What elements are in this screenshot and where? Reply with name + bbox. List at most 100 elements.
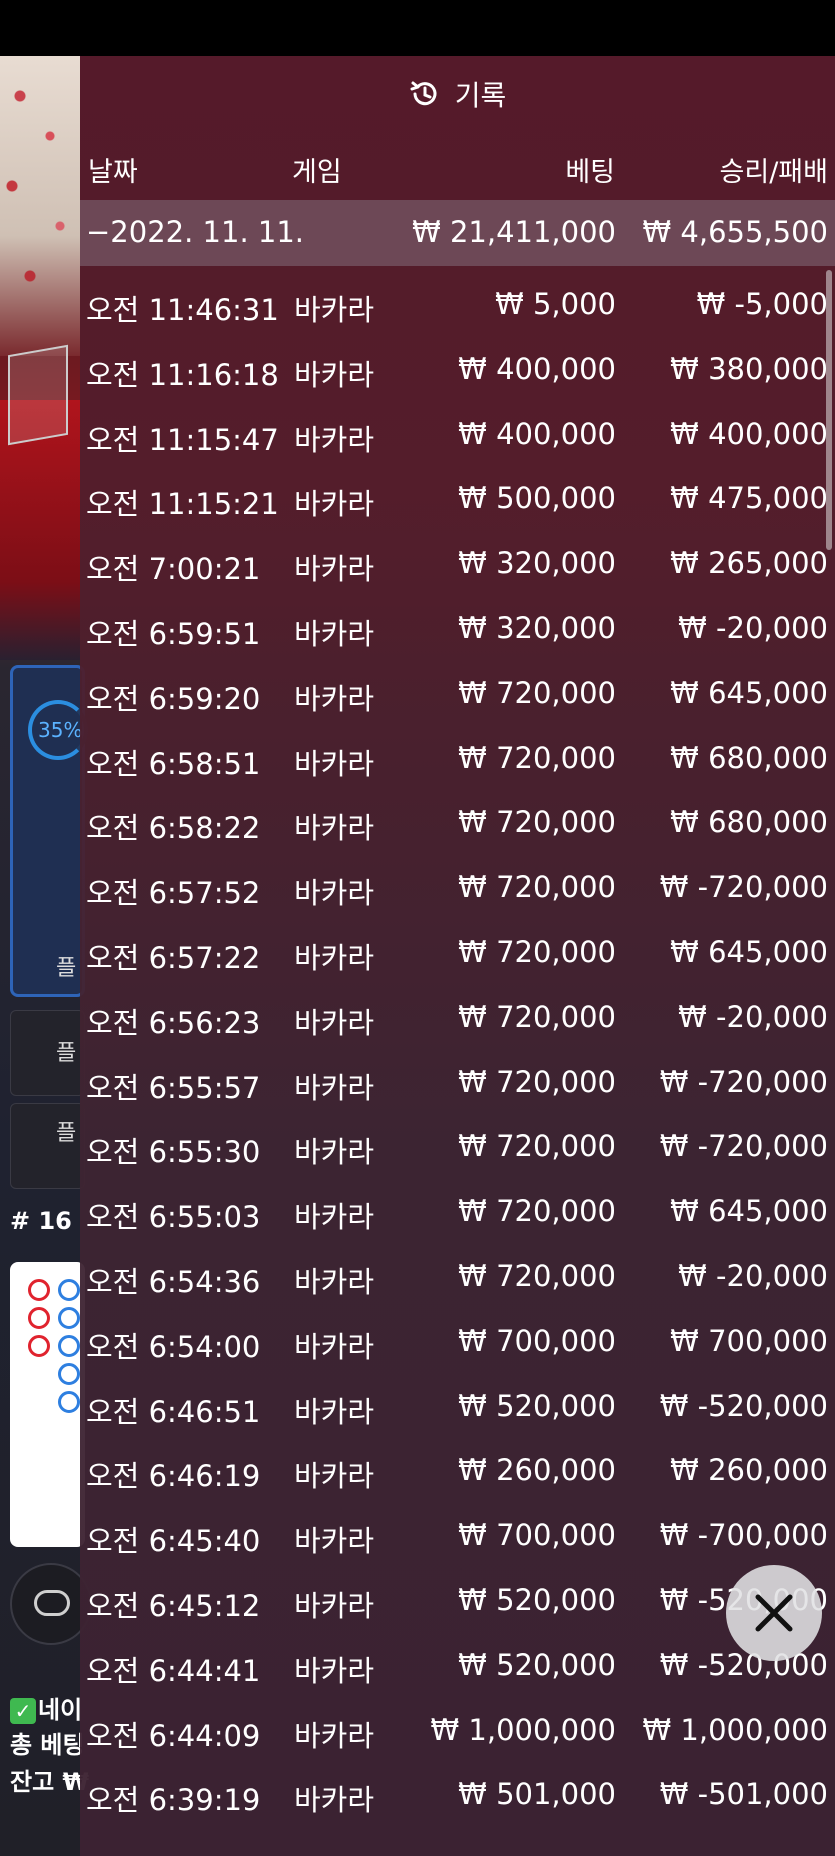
row-time: 오전 6:45:12 [86,1589,261,1623]
row-time: 오전 6:55:30 [86,1135,261,1169]
row-time: 오전 6:58:22 [86,811,261,845]
row-time: 오전 11:16:18 [86,358,279,392]
dealer-video-blossom [0,56,80,356]
row-time: 오전 6:58:51 [86,747,261,781]
row-bet: ₩ 720,000 [458,1259,616,1293]
row-time: 오전 6:59:51 [86,617,261,651]
check-icon: ✓ [10,1698,36,1724]
row-game: 바카라 [294,1395,375,1429]
row-bet: ₩ 720,000 [458,741,616,775]
row-bet: ₩ 720,000 [458,1065,616,1099]
row-game: 바카라 [294,1459,375,1493]
row-time: 오전 6:55:03 [86,1200,261,1234]
scrollbar[interactable] [826,270,832,550]
row-result: ₩ 1,000,000 [642,1713,828,1747]
notice-line: ✓ 네이 [10,1690,82,1725]
row-bet: ₩ 720,000 [458,1129,616,1163]
road-dot-blue [58,1335,80,1357]
row-time: 오전 6:39:19 [86,1783,261,1817]
row-result: ₩ -20,000 [678,1259,828,1293]
row-time: 오전 6:57:22 [86,941,261,975]
history-title: 기록 [454,79,507,112]
row-game: 바카라 [294,876,375,910]
close-button[interactable] [726,1565,822,1661]
row-game: 바카라 [294,617,375,651]
row-result: ₩ 400,000 [670,417,828,451]
col-header-win-loss: 승리/패배 [719,157,828,188]
col-header-date: 날짜 [88,157,138,188]
row-bet: ₩ 400,000 [458,352,616,386]
row-result: ₩ -20,000 [678,1000,828,1034]
row-result: ₩ -720,000 [659,1129,828,1163]
date-group-bet-total: ₩ 21,411,000 [412,215,616,249]
row-game: 바카라 [294,1783,375,1817]
bead-road [10,1262,85,1547]
row-bet: ₩ 720,000 [458,676,616,710]
row-bet: ₩ 720,000 [458,805,616,839]
player-bet-label: 플 [56,1041,77,1066]
row-bet: ₩ 5,000 [495,287,616,321]
row-time: 오전 6:46:51 [86,1395,261,1429]
row-time: 오전 11:15:21 [86,487,279,521]
row-result: ₩ 475,000 [670,481,828,515]
road-dot-red [28,1279,50,1301]
close-icon [755,1594,793,1632]
row-time: 오전 6:54:36 [86,1265,261,1299]
row-game: 바카라 [294,682,375,716]
row-bet: ₩ 260,000 [458,1453,616,1487]
row-result: ₩ 380,000 [670,352,828,386]
row-game: 바카라 [294,1719,375,1753]
row-result: ₩ -520,000 [659,1389,828,1423]
row-time: 오전 11:15:47 [86,423,279,457]
row-time: 오전 6:46:19 [86,1459,261,1493]
row-bet: ₩ 720,000 [458,1194,616,1228]
chip-icon [34,1590,70,1616]
progress-percent: 35% [38,718,83,742]
row-game: 바카라 [294,487,375,521]
row-bet: ₩ 720,000 [458,870,616,904]
date-group-date: −2022. 11. 11. [86,215,304,249]
player-label: 플 [56,956,77,981]
row-bet: ₩ 320,000 [458,611,616,645]
row-time: 오전 6:57:52 [86,876,261,910]
row-game: 바카라 [294,1330,375,1364]
row-bet: ₩ 400,000 [458,417,616,451]
total-bet-label: 총 베팅 [10,1731,85,1759]
row-bet: ₩ 720,000 [458,1000,616,1034]
balance-label: 잔고 ₩ [10,1768,89,1796]
row-result: ₩ 645,000 [670,935,828,969]
row-bet: ₩ 500,000 [458,481,616,515]
row-time: 오전 6:55:57 [86,1071,261,1105]
row-result: ₩ 645,000 [670,1194,828,1228]
road-dot-blue [58,1307,80,1329]
player-pair-label: 플 [56,1121,77,1146]
road-dot-blue [58,1363,80,1385]
row-game: 바카라 [294,1265,375,1299]
row-bet: ₩ 700,000 [458,1518,616,1552]
row-game: 바카라 [294,1524,375,1558]
status-bar [0,0,835,56]
row-game: 바카라 [294,811,375,845]
row-result: ₩ 680,000 [670,805,828,839]
card-shoe [8,344,68,446]
round-number: # 16 [10,1207,72,1235]
row-bet: ₩ 720,000 [458,935,616,969]
road-dot-red [28,1307,50,1329]
row-result: ₩ -501,000 [659,1777,828,1811]
notice-text: 네이 [38,1696,83,1724]
road-dot-blue [58,1391,80,1413]
row-time: 오전 6:59:20 [86,682,261,716]
row-time: 오전 7:00:21 [86,552,261,586]
row-game: 바카라 [294,293,375,327]
row-time: 오전 6:56:23 [86,1006,261,1040]
row-game: 바카라 [294,941,375,975]
row-time: 오전 6:44:41 [86,1654,261,1688]
row-game: 바카라 [294,358,375,392]
row-result: ₩ 645,000 [670,676,828,710]
row-result: ₩ -720,000 [659,870,828,904]
row-game: 바카라 [294,1200,375,1234]
col-header-bet: 베팅 [565,157,615,188]
row-bet: ₩ 501,000 [458,1777,616,1811]
row-bet: ₩ 700,000 [458,1324,616,1358]
row-game: 바카라 [294,1654,375,1688]
